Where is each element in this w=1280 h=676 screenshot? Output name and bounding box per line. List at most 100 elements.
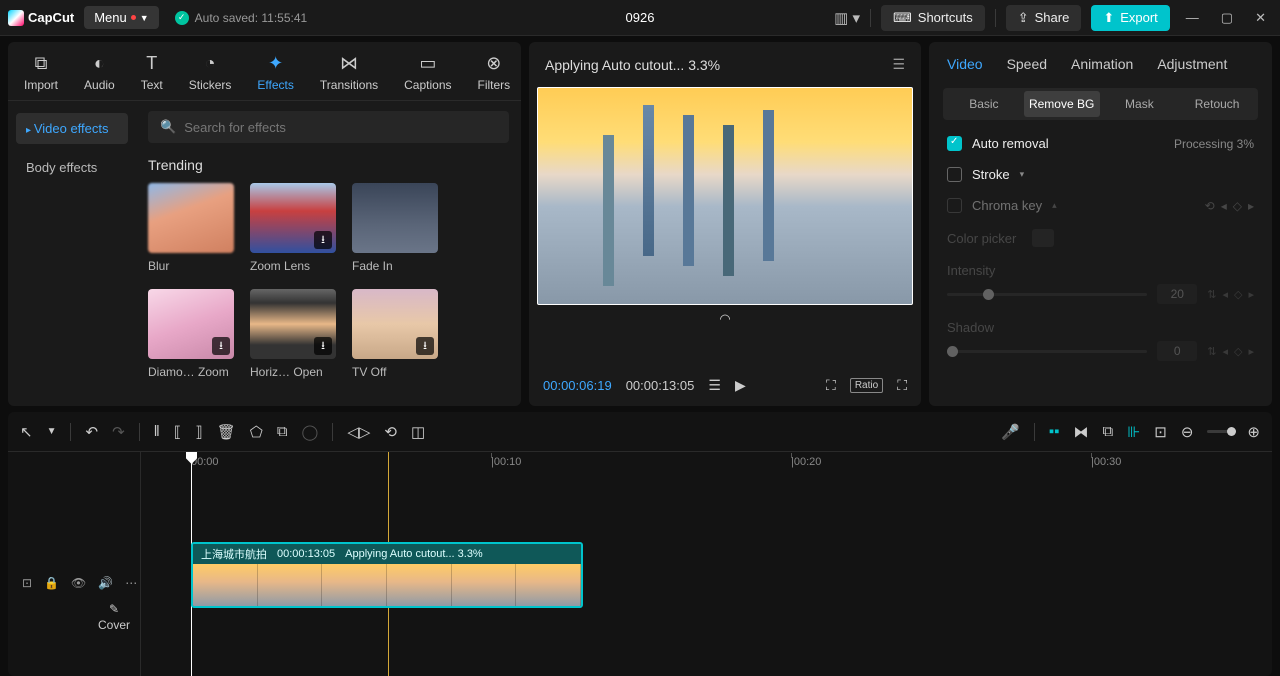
keyframe-prev-icon[interactable]: ◂: [1221, 199, 1227, 213]
download-icon[interactable]: ⭳: [314, 231, 332, 249]
timeline-body: ⊡ 🔒 👁 🔊 ⋯ ✎ Cover 00:00 |00:10 |00:20 |0…: [8, 452, 1272, 676]
tab-adjustment[interactable]: Adjustment: [1157, 56, 1227, 72]
subcat-body-effects[interactable]: Body effects: [16, 152, 128, 183]
fullscreen-icon[interactable]: ⛶: [897, 377, 907, 394]
tab-speed[interactable]: Speed: [1007, 56, 1047, 72]
keyframe-next-icon[interactable]: ▸: [1248, 345, 1254, 358]
magnet-icon[interactable]: ▪▪: [1049, 423, 1060, 440]
layout-icon[interactable]: ▥ ▾: [834, 9, 860, 27]
stepper-icon[interactable]: ⇅: [1207, 288, 1216, 301]
menu-button[interactable]: Menu ▼: [84, 6, 158, 29]
download-icon[interactable]: ⭳: [212, 337, 230, 355]
link-icon[interactable]: ⧓: [1073, 423, 1088, 441]
keyframe-icon[interactable]: ◇: [1234, 345, 1242, 358]
export-button[interactable]: ⬆ Export: [1091, 5, 1169, 31]
shortcuts-button[interactable]: ⌨ Shortcuts: [881, 5, 985, 31]
keyframe-icon[interactable]: ◇: [1234, 288, 1242, 301]
preview-viewport[interactable]: [537, 87, 913, 305]
minimize-button[interactable]: —: [1180, 10, 1205, 25]
chain-icon[interactable]: ⧉: [1102, 423, 1113, 440]
zoom-out-icon[interactable]: ⊖: [1181, 423, 1194, 441]
expand-icon[interactable]: ⊡: [22, 576, 32, 590]
tab-import[interactable]: ⧉Import: [18, 48, 64, 100]
delete-icon[interactable]: 🗑: [217, 423, 236, 441]
mic-icon[interactable]: 🎤: [1001, 423, 1020, 441]
timeline-ruler[interactable]: 00:00 |00:10 |00:20 |00:30: [141, 452, 1272, 476]
share-button[interactable]: ⇪ Share: [1006, 5, 1082, 31]
eye-icon[interactable]: 👁: [71, 576, 86, 590]
effect-zoom-lens[interactable]: ⭳Zoom Lens: [250, 183, 336, 273]
preview-menu-icon[interactable]: ☰: [892, 56, 905, 73]
subcat-video-effects[interactable]: Video effects: [16, 113, 128, 144]
snap-icon[interactable]: ⊪: [1127, 423, 1140, 441]
tab-filters[interactable]: ⊗Filters: [472, 48, 517, 100]
tab-stickers[interactable]: ◔Stickers: [183, 48, 238, 100]
reset-icon[interactable]: ⟲: [1205, 199, 1215, 213]
lock-icon[interactable]: 🔒: [44, 576, 59, 590]
timeline-tracks[interactable]: 00:00 |00:10 |00:20 |00:30 上海城市航拍 00:00:…: [141, 452, 1272, 676]
intensity-value[interactable]: 20: [1157, 284, 1197, 304]
intensity-slider[interactable]: [947, 293, 1147, 296]
tab-video[interactable]: Video: [947, 56, 983, 72]
shadow-value[interactable]: 0: [1157, 341, 1197, 361]
marker-icon[interactable]: ⬠: [250, 423, 263, 441]
maximize-button[interactable]: ▢: [1215, 10, 1239, 26]
select-tool-icon[interactable]: ↖: [20, 423, 33, 441]
trim-right-icon[interactable]: ⟧: [195, 423, 202, 441]
preview-toggle-icon[interactable]: ⊡: [1154, 423, 1167, 441]
effect-blur[interactable]: Blur: [148, 183, 234, 273]
keyframe-prev-icon[interactable]: ◂: [1222, 345, 1228, 358]
play-button[interactable]: ▶: [735, 377, 746, 394]
stepper-icon[interactable]: ⇅: [1207, 345, 1216, 358]
zoom-in-icon[interactable]: ⊕: [1247, 423, 1260, 441]
tab-animation[interactable]: Animation: [1071, 56, 1133, 72]
filters-icon: ⊗: [486, 52, 501, 74]
chevron-up-icon[interactable]: ▴: [1052, 200, 1057, 211]
speaker-icon[interactable]: 🔊: [98, 576, 113, 590]
tab-effects[interactable]: ✦Effects: [251, 48, 299, 100]
chroma-checkbox[interactable]: [947, 198, 962, 213]
list-icon[interactable]: ☰: [708, 377, 721, 394]
chevron-down-icon[interactable]: ▾: [1020, 169, 1025, 180]
tab-transitions[interactable]: ⋈Transitions: [314, 48, 384, 100]
tab-text[interactable]: TText: [135, 48, 169, 100]
trim-left-icon[interactable]: ⟦: [174, 423, 181, 441]
shadow-slider[interactable]: [947, 350, 1147, 353]
keyframe-prev-icon[interactable]: ◂: [1222, 288, 1228, 301]
scale-icon[interactable]: ⛶: [826, 377, 836, 394]
ratio-button[interactable]: Ratio: [850, 378, 883, 393]
tab-audio[interactable]: ◐Audio: [78, 48, 121, 100]
more-icon[interactable]: ⋯: [125, 576, 137, 590]
keyframe-next-icon[interactable]: ▸: [1248, 199, 1254, 213]
media-panel: ⧉Import ◐Audio TText ◔Stickers ✦Effects …: [8, 42, 521, 406]
mirror-icon[interactable]: ◁▷: [347, 423, 370, 441]
subtab-remove-bg[interactable]: Remove BG: [1024, 91, 1100, 117]
download-icon[interactable]: ⭳: [314, 337, 332, 355]
subtab-retouch[interactable]: Retouch: [1179, 91, 1255, 117]
tab-captions[interactable]: ▭Captions: [398, 48, 457, 100]
copy-icon[interactable]: ⧉: [277, 423, 288, 440]
subtab-mask[interactable]: Mask: [1102, 91, 1178, 117]
stroke-checkbox[interactable]: [947, 167, 962, 182]
video-clip[interactable]: 上海城市航拍 00:00:13:05 Applying Auto cutout.…: [191, 542, 583, 608]
split-icon[interactable]: ‖: [154, 423, 160, 440]
subtab-basic[interactable]: Basic: [946, 91, 1022, 117]
chevron-down-icon[interactable]: ▼: [47, 426, 57, 437]
zoom-slider[interactable]: [1207, 430, 1233, 433]
effect-tv-off[interactable]: ⭳TV Off: [352, 289, 438, 379]
rotate-icon[interactable]: ⟲: [384, 423, 397, 441]
redo-icon[interactable]: ↷: [112, 423, 125, 441]
download-icon[interactable]: ⭳: [416, 337, 434, 355]
effect-fade-in[interactable]: Fade In: [352, 183, 438, 273]
auto-removal-checkbox[interactable]: [947, 136, 962, 151]
color-swatch[interactable]: [1032, 229, 1054, 247]
keyframe-icon[interactable]: ◇: [1233, 199, 1242, 213]
search-input[interactable]: 🔍 Search for effects: [148, 111, 509, 143]
keyframe-next-icon[interactable]: ▸: [1248, 288, 1254, 301]
effect-diamond-zoom[interactable]: ⭳Diamo… Zoom: [148, 289, 234, 379]
effect-horizontal-open[interactable]: ⭳Horiz… Open: [250, 289, 336, 379]
close-button[interactable]: ✕: [1249, 10, 1272, 26]
crop-icon[interactable]: ◫: [411, 423, 425, 441]
undo-icon[interactable]: ↶: [85, 423, 98, 441]
cover-button[interactable]: ✎ Cover: [88, 596, 140, 638]
